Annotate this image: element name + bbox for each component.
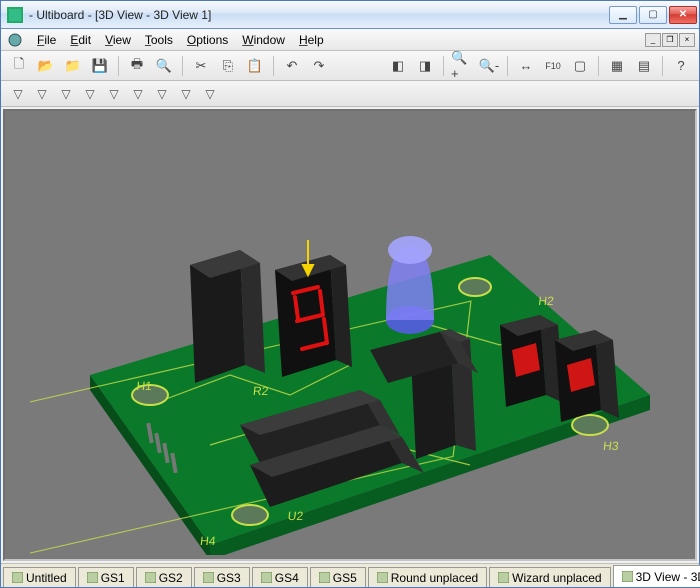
tab-untitled[interactable]: Untitled (3, 567, 76, 587)
tab-icon (377, 572, 388, 583)
mdi-icon (7, 32, 23, 48)
document-tabs: Untitled GS1 GS2 GS3 GS4 GS5 Round unplaced Wiz… (1, 563, 699, 587)
zoom-out-button[interactable]: 🔍- (477, 54, 501, 78)
maximize-button[interactable] (639, 6, 667, 24)
tab-icon (261, 572, 272, 583)
panel-right-button[interactable]: ◨ (413, 54, 437, 78)
window-title: - Ultiboard - [3D View - 3D View 1] (29, 8, 609, 22)
separator (118, 56, 119, 76)
zoom-area-button[interactable]: ▢ (568, 54, 592, 78)
print-button[interactable]: 🖶 (125, 54, 149, 78)
paste-button[interactable]: 📋 (243, 54, 267, 78)
menu-view[interactable]: View (99, 31, 137, 49)
menubar: Filedocument.currentScript.previousEleme… (1, 29, 699, 51)
tab-gs1[interactable]: GS1 (78, 567, 134, 587)
menu-edit[interactable]: Edit (64, 31, 97, 49)
ref-h1: H1 (136, 379, 153, 393)
f10-button[interactable]: F10 (541, 54, 565, 78)
view-toolbar: ▽ ▽ ▽ ▽ ▽ ▽ ▽ ▽ ▽ (1, 81, 699, 107)
panel-left-button[interactable]: ◧ (386, 54, 410, 78)
tab-label: Round unplaced (391, 571, 478, 585)
view-mode-9-button[interactable]: ▽ (199, 83, 221, 105)
mdi-minimize-button[interactable]: _ (645, 33, 661, 47)
tab-gs3[interactable]: GS3 (194, 567, 250, 587)
titlebar: - Ultiboard - [3D View - 3D View 1] (1, 1, 699, 29)
tab-icon (12, 572, 23, 583)
window-buttons (609, 6, 697, 24)
preview-button[interactable]: 🔍 (152, 54, 176, 78)
separator (443, 56, 444, 76)
redo-button[interactable]: ↷ (307, 54, 331, 78)
view-mode-4-button[interactable]: ▽ (79, 83, 101, 105)
close-button[interactable] (669, 6, 697, 24)
app-window: - Ultiboard - [3D View - 3D View 1] File… (0, 0, 700, 588)
ref-h2: H2 (538, 294, 555, 308)
sheet-button[interactable]: ▦ (605, 54, 629, 78)
menu-tools[interactable]: Tools (139, 31, 179, 49)
tab-icon (145, 572, 156, 583)
grid-button[interactable]: ▤ (632, 54, 656, 78)
separator (598, 56, 599, 76)
open-sample-button[interactable]: 📁 (61, 54, 85, 78)
mdi-controls: _ ❐ × (645, 33, 695, 47)
view-mode-2-button[interactable]: ▽ (31, 83, 53, 105)
undo-button[interactable]: ↶ (280, 54, 304, 78)
tab-icon (622, 571, 633, 582)
view-mode-7-button[interactable]: ▽ (151, 83, 173, 105)
3d-viewport[interactable]: H1 H2 H3 H4 U2 R2 R4 (3, 109, 697, 561)
tab-label: GS1 (101, 571, 125, 585)
cut-button[interactable]: ✂ (189, 54, 213, 78)
tab-icon (87, 572, 98, 583)
separator (507, 56, 508, 76)
fit-button[interactable]: ↔ (514, 54, 538, 78)
open-button[interactable]: 📂 (34, 54, 58, 78)
menu-help[interactable]: Help (293, 31, 330, 49)
ref-u2: U2 (287, 509, 304, 523)
app-icon (7, 7, 23, 23)
tab-label: GS3 (217, 571, 241, 585)
tab-label: GS5 (333, 571, 357, 585)
tab-gs5[interactable]: GS5 (310, 567, 366, 587)
tab-icon (319, 572, 330, 583)
mdi-restore-button[interactable]: ❐ (662, 33, 678, 47)
menu-file[interactable]: Filedocument.currentScript.previousEleme… (31, 31, 62, 49)
view-mode-5-button[interactable]: ▽ (103, 83, 125, 105)
tab-label: GS2 (159, 571, 183, 585)
save-button[interactable]: 💾 (88, 54, 112, 78)
tab-gs4[interactable]: GS4 (252, 567, 308, 587)
tab-label: Wizard unplaced (512, 571, 601, 585)
separator (182, 56, 183, 76)
view-mode-1-button[interactable]: ▽ (7, 83, 29, 105)
view-mode-8-button[interactable]: ▽ (175, 83, 197, 105)
tab-gs2[interactable]: GS2 (136, 567, 192, 587)
help-button[interactable]: ? (669, 54, 693, 78)
tab-label: 3D View - 3D View 1 (636, 570, 700, 584)
ref-h4: H4 (199, 534, 216, 548)
tab-label: Untitled (26, 571, 67, 585)
tab-wizard-unplaced[interactable]: Wizard unplaced (489, 567, 610, 587)
mdi-close-button[interactable]: × (679, 33, 695, 47)
tab-round-unplaced[interactable]: Round unplaced (368, 567, 487, 587)
tab-3d-view-3d-view-1[interactable]: 3D View - 3D View 1 (613, 565, 700, 587)
tab-label: GS4 (275, 571, 299, 585)
main-toolbar: 🗋 📂 📁 💾 🖶 🔍 ✂ ⎘ 📋 ↶ ↷ ◧ ◨ 🔍+ 🔍- ↔ F10 ▢ … (1, 51, 699, 81)
menu-window[interactable]: Window (236, 31, 291, 49)
view-mode-6-button[interactable]: ▽ (127, 83, 149, 105)
menu-options[interactable]: Options (181, 31, 234, 49)
view-mode-3-button[interactable]: ▽ (55, 83, 77, 105)
pcb-3d-render: H1 H2 H3 H4 U2 R2 R4 (30, 115, 670, 555)
tab-icon (203, 572, 214, 583)
new-button[interactable]: 🗋 (7, 54, 31, 78)
ref-h3: H3 (602, 439, 619, 453)
zoom-in-button[interactable]: 🔍+ (450, 54, 474, 78)
tab-icon (498, 572, 509, 583)
minimize-button[interactable] (609, 6, 637, 24)
separator (273, 56, 274, 76)
copy-button[interactable]: ⎘ (216, 54, 240, 78)
separator (662, 56, 663, 76)
ref-r2: R2 (252, 384, 269, 398)
